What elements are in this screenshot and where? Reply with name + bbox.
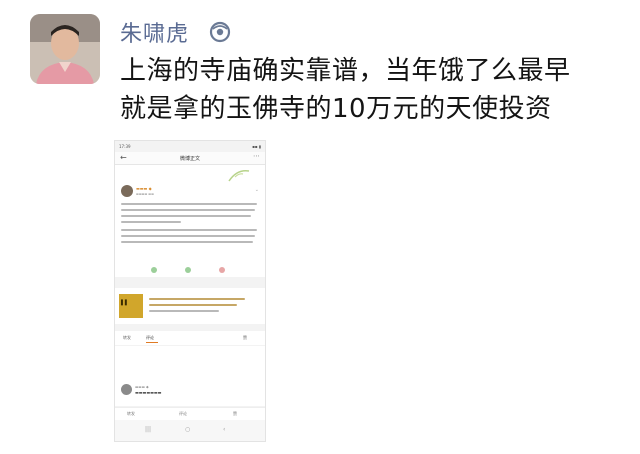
screenshot-bottom-toolbar: 转发 评论 赞 xyxy=(115,407,265,420)
status-icons: ▪▪ ▮ xyxy=(252,144,261,149)
link-thumbnail xyxy=(119,294,143,318)
screenshot-post-card: ▬▬▬ ◆ ▬▬▬▬ ▬▬ ⌄ xyxy=(115,165,265,277)
comment-text: ▬▬▬▬▬▬▬ xyxy=(135,390,162,395)
screenshot-navbar: ← 微博正文 ⋯ xyxy=(115,152,265,165)
status-time: 17:39 xyxy=(119,144,131,149)
comment-author: ▬▬▬ ◆ xyxy=(135,385,149,389)
screenshot-post-actions xyxy=(115,265,265,275)
tab-reposts: 转发 xyxy=(123,335,131,340)
tab-comments: 评论 xyxy=(146,335,154,340)
comment-icon xyxy=(185,267,191,273)
like-icon xyxy=(219,267,225,273)
back-icon: ‹ xyxy=(223,426,226,433)
android-nav-bar: ||| ○ ‹ xyxy=(115,420,265,441)
post-text-line: 上海的寺庙确实靠谱，当年饿了么最早 xyxy=(120,56,571,86)
screenshot-post-meta: ▬▬▬▬ ▬▬ xyxy=(136,192,154,196)
text-line xyxy=(121,229,257,231)
home-icon: ○ xyxy=(185,426,191,433)
avatar-photo xyxy=(30,14,100,84)
screenshot-comment-area: ▬▬▬ ◆ ▬▬▬▬▬▬▬ xyxy=(115,346,265,406)
link-title-line xyxy=(149,298,245,300)
text-line xyxy=(121,221,181,223)
author-name[interactable]: 朱啸虎 xyxy=(120,16,189,48)
text-line xyxy=(121,203,257,205)
text-line xyxy=(121,215,251,217)
link-title-line xyxy=(149,304,237,306)
attached-screenshot[interactable]: 17:39 ▪▪ ▮ ← 微博正文 ⋯ ▬▬▬ ◆ ▬▬▬▬ ▬▬ ⌄ ▌▌ 转… xyxy=(114,140,266,442)
recent-apps-icon: ||| xyxy=(145,426,152,433)
toolbar-like: 赞 xyxy=(233,411,237,416)
screenshot-link-card: ▌▌ xyxy=(115,288,265,324)
toolbar-repost: 转发 xyxy=(127,411,135,416)
more-icon: ⋯ xyxy=(253,152,260,160)
toolbar-comment: 评论 xyxy=(179,411,187,416)
link-desc-line xyxy=(149,310,219,312)
active-tab-indicator xyxy=(146,342,158,343)
text-line xyxy=(121,209,255,211)
text-line xyxy=(121,241,253,243)
link-thumbnail-text: ▌▌ xyxy=(121,300,129,306)
leaf-decoration-icon xyxy=(228,169,250,182)
text-line xyxy=(121,235,255,237)
avatar[interactable] xyxy=(30,14,100,84)
tab-likes: 赞 xyxy=(243,335,247,340)
screenshot-tabs: 转发 评论 赞 xyxy=(115,331,265,345)
post-text-line: 就是拿的玉佛寺的10万元的天使投资 xyxy=(120,94,552,124)
repost-icon xyxy=(151,267,157,273)
screenshot-post-author: ▬▬▬ ◆ xyxy=(136,186,152,191)
screenshot-post-menu-icon: ⌄ xyxy=(254,187,259,193)
comment-avatar xyxy=(121,384,132,395)
verified-icon xyxy=(209,21,231,43)
post-text: 上海的寺庙确实靠谱，当年饿了么最早 就是拿的玉佛寺的10万元的天使投资 xyxy=(120,52,620,128)
screenshot-nav-title: 微博正文 xyxy=(179,156,200,162)
screenshot-post-avatar xyxy=(121,185,133,197)
